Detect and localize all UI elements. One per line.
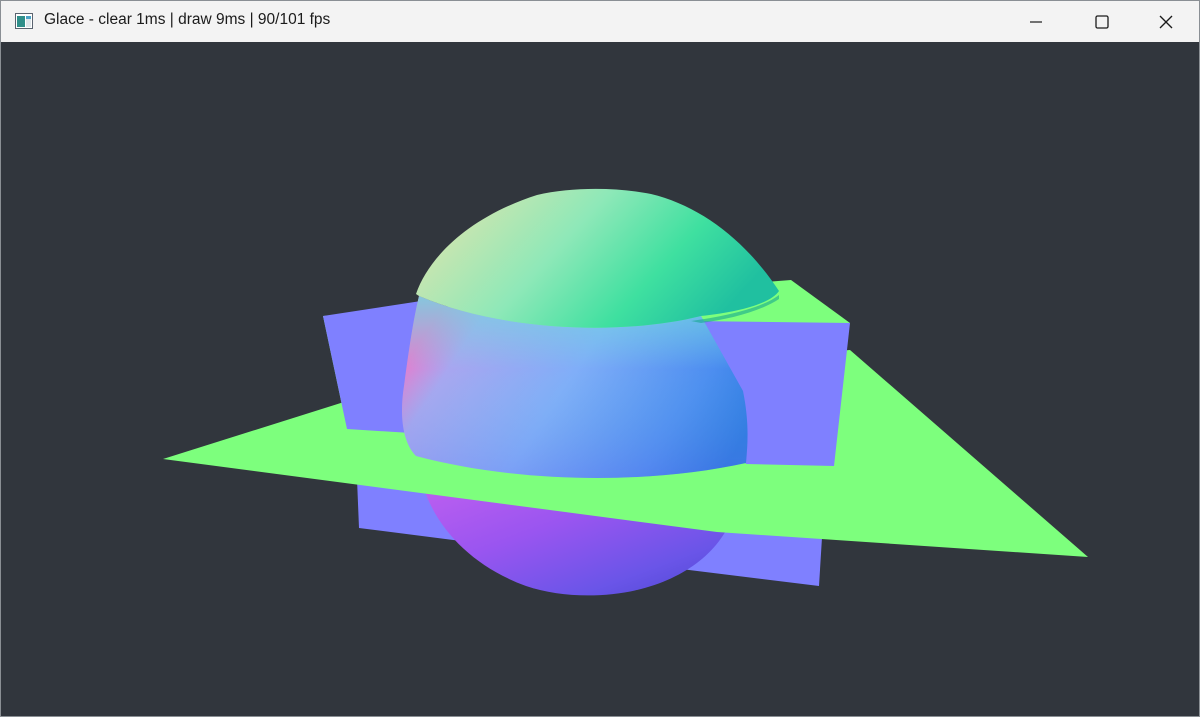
minimize-icon (1030, 20, 1042, 23)
render-viewport[interactable] (1, 42, 1199, 716)
close-icon (1159, 15, 1173, 28)
close-button[interactable] (1133, 1, 1199, 42)
minimize-button[interactable] (1003, 1, 1069, 42)
maximize-button[interactable] (1069, 1, 1135, 42)
app-icon (15, 13, 33, 29)
sphere-upper-cap (416, 188, 779, 328)
app-window: Glace - clear 1ms | draw 9ms | 90/101 fp… (0, 0, 1200, 717)
title-bar[interactable]: Glace - clear 1ms | draw 9ms | 90/101 fp… (1, 1, 1199, 42)
scene-canvas (163, 188, 1088, 596)
maximize-icon (1095, 14, 1109, 29)
window-title: Glace - clear 1ms | draw 9ms | 90/101 fp… (44, 11, 331, 28)
